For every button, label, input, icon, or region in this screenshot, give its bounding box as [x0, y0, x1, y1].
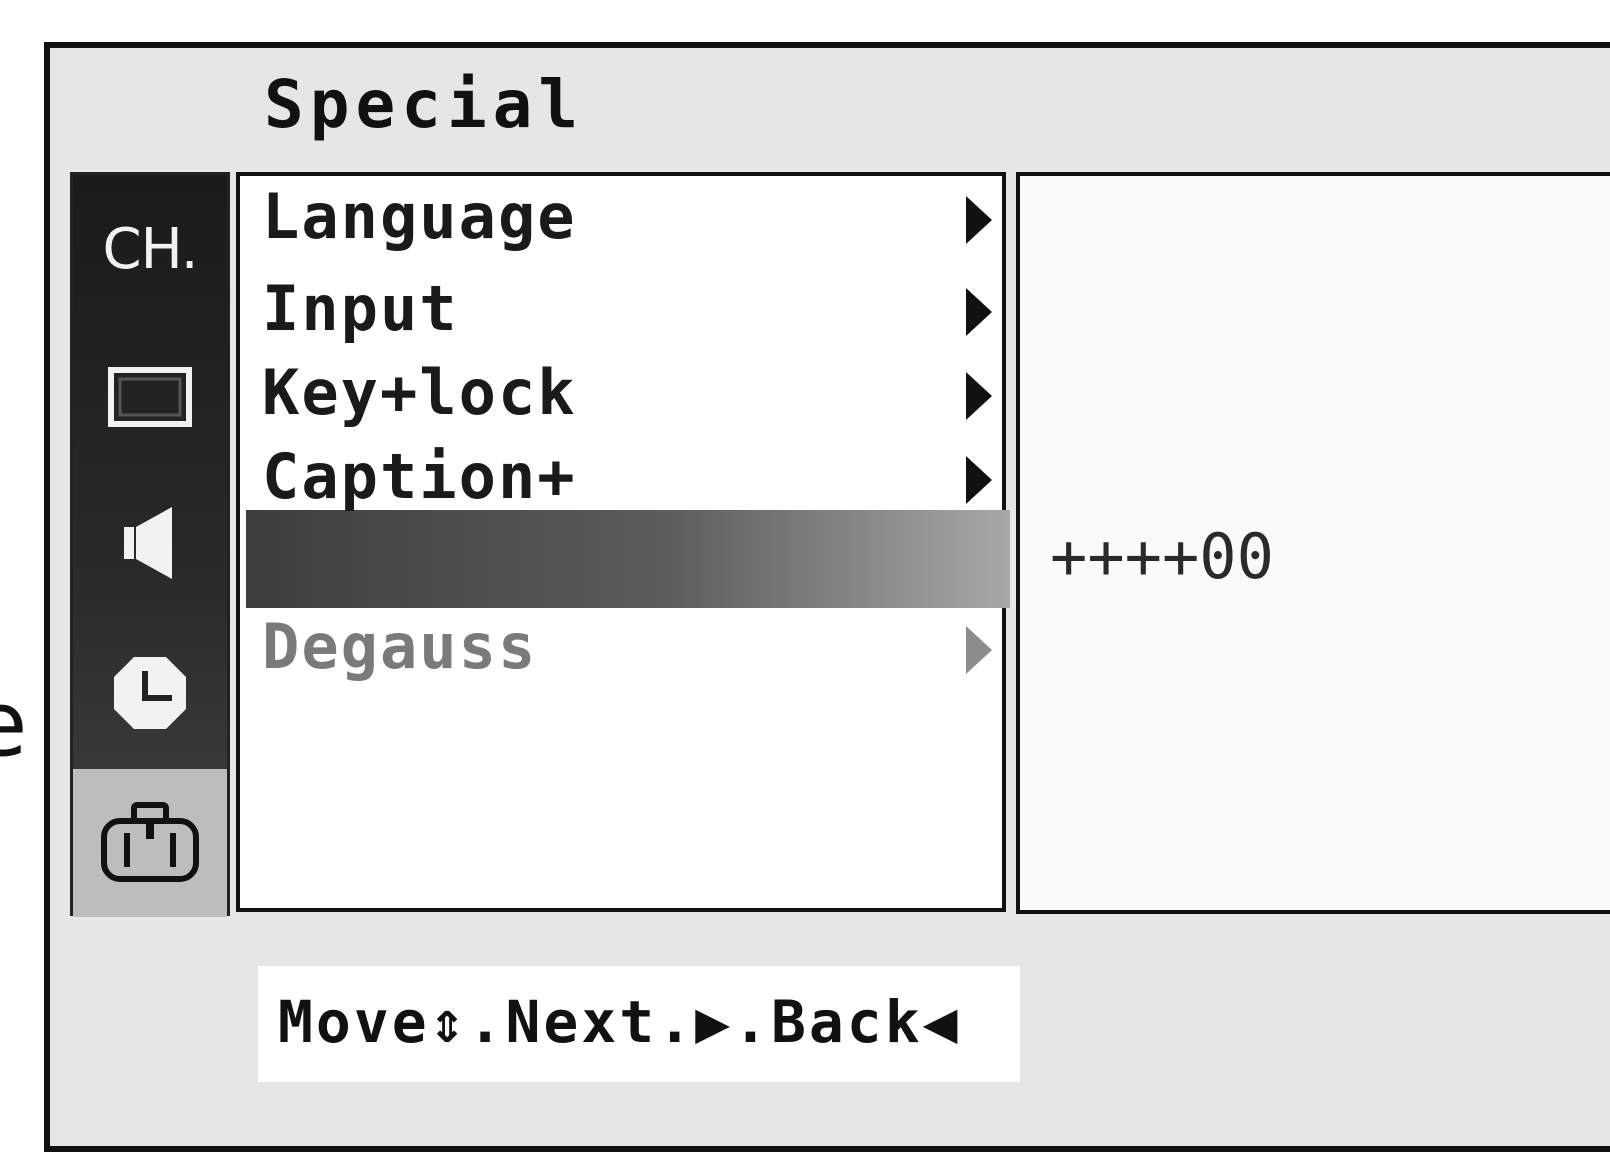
menu-item-label: Input — [262, 272, 459, 345]
menu-item-key-lock[interactable]: Key+lock — [262, 356, 1002, 442]
speaker-icon — [124, 507, 172, 579]
menu-item-label: Caption+ — [262, 440, 577, 513]
menu-item-degauss[interactable]: Degauss — [262, 610, 1002, 696]
menu-item-label: Language — [262, 180, 577, 253]
submenu-arrow-icon — [966, 196, 992, 244]
menu-item-input[interactable]: Input — [262, 272, 1002, 358]
clock-icon — [114, 657, 186, 729]
rail-item-channel[interactable]: CH. — [73, 175, 227, 323]
rail-item-picture[interactable] — [73, 323, 227, 471]
submenu-arrow-icon — [966, 288, 992, 336]
submenu-arrow-icon — [966, 372, 992, 420]
menu-category-rail: CH. — [70, 172, 230, 917]
page-title: Special — [264, 66, 585, 143]
picture-icon — [108, 367, 192, 427]
menu-item-language[interactable]: Language — [262, 180, 1002, 266]
channel-label: CH. — [102, 216, 198, 282]
menu-item-label: Key+lock — [262, 356, 577, 429]
navigation-hint: Move⇕.Next.▶.Back◀ — [278, 988, 961, 1056]
rail-item-time[interactable] — [73, 619, 227, 767]
rail-item-sound[interactable] — [73, 469, 227, 617]
edge-fragment: ) — [0, 290, 7, 380]
edge-fragment: e — [0, 680, 27, 770]
menu-item-caption[interactable]: Caption+ — [262, 440, 1002, 526]
submenu-arrow-icon — [966, 456, 992, 504]
rail-item-special[interactable] — [73, 769, 227, 917]
menu-item-label: Degauss — [262, 610, 538, 683]
selected-item-value: ++++00 — [1050, 520, 1274, 593]
toolbox-icon — [101, 802, 199, 882]
submenu-arrow-icon — [966, 626, 992, 674]
